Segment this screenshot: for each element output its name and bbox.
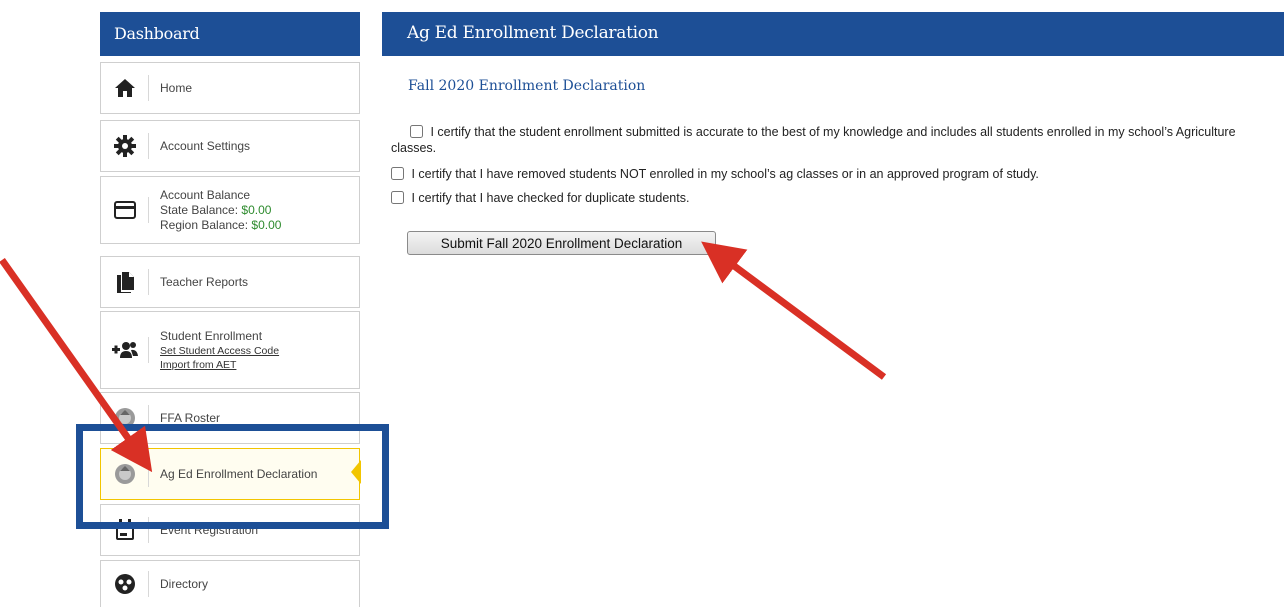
certification-text: I certify that the student enrollment su… bbox=[391, 125, 1236, 155]
sidebar-item-label: Directory bbox=[160, 576, 209, 591]
region-balance: Region Balance: $0.00 bbox=[160, 218, 281, 233]
sidebar-item-home[interactable]: Home bbox=[100, 62, 360, 114]
add-users-icon bbox=[101, 337, 149, 363]
certify-accuracy-checkbox[interactable] bbox=[410, 125, 423, 138]
sidebar-item-label: FFA Roster bbox=[160, 410, 221, 425]
highlight-box bbox=[76, 424, 389, 529]
gear-icon bbox=[101, 133, 149, 159]
region-balance-value: $0.00 bbox=[251, 217, 282, 232]
arrow-to-submit-button bbox=[701, 241, 887, 380]
certification-text: I certify that I have checked for duplic… bbox=[411, 191, 690, 205]
submit-declaration-button[interactable]: Submit Fall 2020 Enrollment Declaration bbox=[407, 231, 716, 255]
sidebar-item-teacher-reports[interactable]: Teacher Reports bbox=[100, 256, 360, 308]
certify-duplicates-checkbox[interactable] bbox=[391, 191, 404, 204]
region-balance-label: Region Balance: bbox=[160, 217, 252, 232]
sidebar-item-directory[interactable]: Directory bbox=[100, 560, 360, 607]
state-balance-label: State Balance: bbox=[160, 202, 242, 217]
sidebar-item-label: Teacher Reports bbox=[160, 274, 249, 289]
credit-card-icon bbox=[101, 197, 149, 223]
sidebar-title: Dashboard bbox=[100, 12, 360, 56]
certification-text: I certify that I have removed students N… bbox=[411, 167, 1039, 181]
documents-icon bbox=[101, 269, 149, 295]
sidebar-item-label: Account Settings bbox=[160, 138, 251, 153]
sidebar-item-account-settings[interactable]: Account Settings bbox=[100, 120, 360, 172]
import-from-aet-link[interactable]: Import from AET bbox=[160, 358, 279, 372]
sidebar-item-student-enrollment[interactable]: Student Enrollment Set Student Access Co… bbox=[100, 311, 360, 389]
sidebar-item-account-balance[interactable]: Account Balance State Balance: $0.00 Reg… bbox=[100, 176, 360, 244]
sidebar-item-label: Student Enrollment bbox=[160, 328, 263, 343]
set-student-access-code-link[interactable]: Set Student Access Code bbox=[160, 344, 279, 358]
certification-accuracy: I certify that the student enrollment su… bbox=[391, 124, 1281, 156]
page-title: Ag Ed Enrollment Declaration bbox=[382, 12, 1284, 56]
section-title: Fall 2020 Enrollment Declaration bbox=[408, 78, 646, 94]
sidebar-item-label: Account Balance bbox=[160, 187, 251, 202]
sidebar-item-label: Home bbox=[160, 80, 193, 95]
state-balance: State Balance: $0.00 bbox=[160, 203, 281, 218]
directory-icon bbox=[101, 571, 149, 597]
certification-duplicates: I certify that I have checked for duplic… bbox=[391, 190, 1281, 206]
state-balance-value: $0.00 bbox=[241, 202, 272, 217]
certification-removed-students: I certify that I have removed students N… bbox=[391, 166, 1281, 182]
certify-removed-checkbox[interactable] bbox=[391, 167, 404, 180]
home-icon bbox=[101, 75, 149, 101]
